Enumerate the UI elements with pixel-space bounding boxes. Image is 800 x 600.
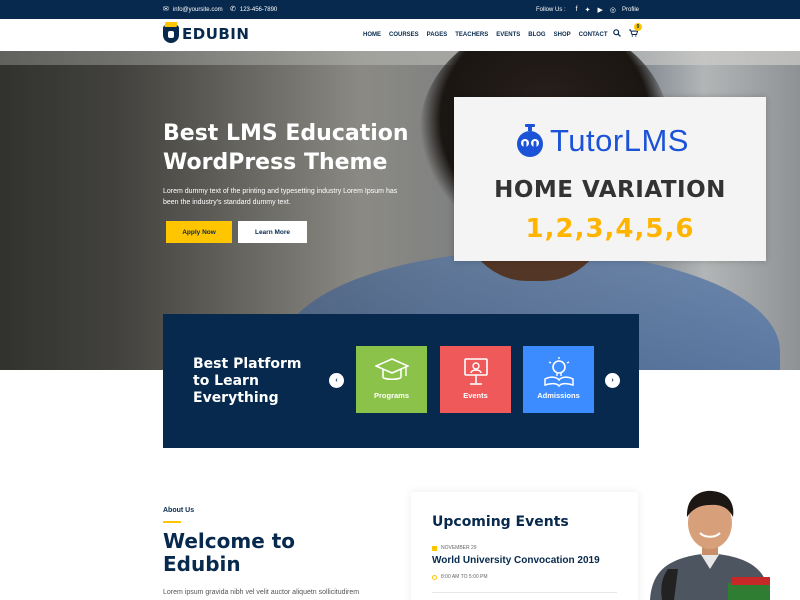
tutor-brand-name: TutorLMS (550, 123, 689, 158)
lightbulb-book-icon (523, 356, 594, 390)
nav-home[interactable]: HOME (363, 32, 381, 38)
mail-icon: ✉ (163, 6, 169, 13)
platform-title: Best Platform to Learn Everything (193, 356, 302, 406)
cart-button[interactable]: 0 (629, 23, 642, 39)
hero-subtitle: Lorem dummy text of the printing and typ… (163, 188, 398, 206)
phone-contact[interactable]: ✆ 123-456-7890 (230, 0, 277, 19)
tutor-owl-icon (517, 124, 543, 157)
follow-label: Follow Us : (536, 6, 566, 13)
about-us-label: About Us (163, 507, 195, 514)
cart-count-badge: 0 (634, 23, 642, 31)
twitter-icon[interactable]: ✦ (585, 6, 591, 14)
student-photo (640, 487, 780, 600)
nav-blog[interactable]: BLOG (528, 32, 545, 38)
nav-pages[interactable]: PAGES (427, 32, 448, 38)
about-underline (163, 521, 181, 523)
events-card[interactable]: Events (440, 346, 511, 413)
profile-link[interactable]: Profile (622, 0, 639, 19)
site-logo[interactable]: EDUBIN (163, 25, 249, 43)
clock-icon (432, 574, 437, 580)
nav-icons: 0 (613, 23, 642, 39)
welcome-heading: Welcome to Edubin (163, 529, 296, 576)
youtube-icon[interactable]: ▶ (598, 6, 603, 14)
graduation-cap-icon (356, 356, 427, 390)
programs-label: Programs (373, 391, 409, 400)
carousel-prev-button[interactable]: ‹ (329, 373, 344, 388)
event-date: NOVEMBER 29 (432, 545, 477, 551)
event-time: 8:00 AM TO 5:00 PM (432, 574, 488, 580)
email-text: info@yoursite.com (172, 6, 223, 13)
tutor-lms-banner: TutorLMS HOME VARIATION 1,2,3,4,5,6 (454, 97, 766, 261)
hero-title: Best LMS Education WordPress Theme (163, 121, 409, 175)
events-label: Events (463, 391, 488, 400)
apply-now-button[interactable]: Apply Now (166, 221, 232, 243)
admissions-label: Admissions (537, 391, 580, 400)
event-title-link[interactable]: World University Convocation 2019 (432, 555, 600, 566)
home-variation-heading: HOME VARIATION (494, 177, 726, 203)
main-menu: HOME COURSES PAGES TEACHERS EVENTS BLOG … (363, 19, 608, 51)
programs-card[interactable]: Programs (356, 346, 427, 413)
nav-teachers[interactable]: TEACHERS (455, 32, 488, 38)
upcoming-events-title: Upcoming Events (432, 514, 569, 530)
nav-events[interactable]: EVENTS (496, 32, 520, 38)
logo-shield-icon (163, 25, 179, 43)
learn-more-button[interactable]: Learn More (238, 221, 307, 243)
nav-shop[interactable]: SHOP (554, 32, 571, 38)
phone-icon: ✆ (230, 6, 236, 13)
about-paragraph: Lorem ipsum gravida nibh vel velit aucto… (163, 589, 360, 596)
nav-contact[interactable]: CONTACT (579, 32, 608, 38)
email-contact[interactable]: ✉ info@yoursite.com (163, 0, 223, 19)
main-navbar: EDUBIN HOME COURSES PAGES TEACHERS EVENT… (0, 19, 800, 51)
event-divider (432, 592, 617, 593)
upcoming-events-panel: Upcoming Events NOVEMBER 29 World Univer… (411, 492, 638, 600)
platform-panel: Best Platform to Learn Everything ‹ Prog… (163, 314, 639, 448)
event-date-text: NOVEMBER 29 (441, 545, 477, 551)
facebook-icon[interactable]: f (576, 6, 578, 13)
calendar-icon (432, 545, 437, 551)
variation-numbers: 1,2,3,4,5,6 (525, 214, 695, 244)
nav-courses[interactable]: COURSES (389, 32, 419, 38)
search-icon[interactable] (613, 29, 621, 39)
top-bar: ✉ info@yoursite.com ✆ 123-456-7890 Follo… (0, 0, 800, 19)
logo-text: EDUBIN (182, 25, 250, 43)
admissions-card[interactable]: Admissions (523, 346, 594, 413)
event-time-text: 8:00 AM TO 5:00 PM (441, 574, 488, 580)
social-follow: Follow Us : f ✦ ▶ ◎ (536, 0, 616, 19)
presentation-icon (440, 356, 511, 390)
carousel-next-button[interactable]: › (605, 373, 620, 388)
profile-label: Profile (622, 6, 640, 13)
tutor-logo: TutorLMS (516, 123, 689, 159)
phone-text: 123-456-7890 (239, 6, 278, 13)
instagram-icon[interactable]: ◎ (610, 6, 616, 14)
